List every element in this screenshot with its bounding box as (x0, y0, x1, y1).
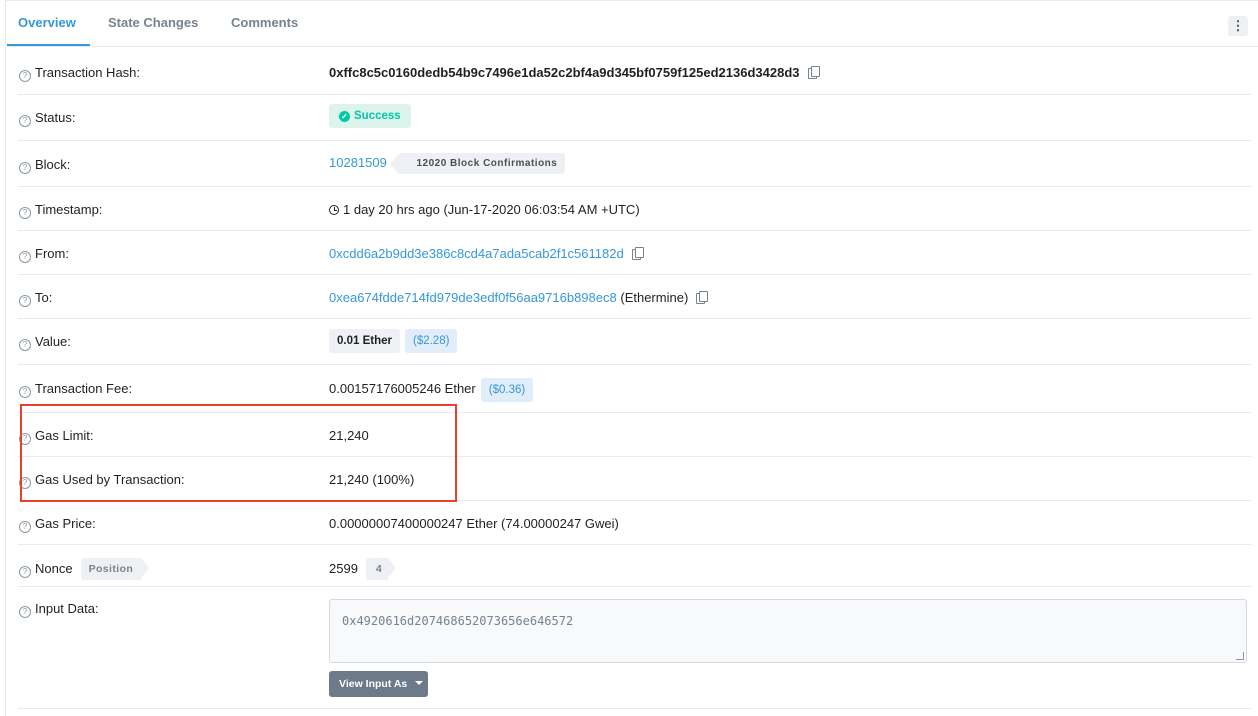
row-to: ? To: 0xea674fdde714fd979de3edf0f56aa9716… (18, 275, 1252, 319)
transaction-hash-value: 0xffc8c5c0160dedb54b9c7496e1da52c2bf4a9d… (329, 65, 820, 80)
help-icon[interactable]: ? (19, 521, 31, 533)
position-tag: Position (80, 558, 149, 580)
gas-highlight-box (20, 404, 457, 502)
label-gas-price: ? Gas Price: (19, 516, 96, 533)
check-circle-icon: ✓ (339, 111, 350, 122)
help-icon[interactable]: ? (19, 339, 31, 351)
ether-value-badge: 0.01 Ether (329, 329, 400, 353)
status-badge: ✓ Success (329, 104, 411, 128)
tab-overview[interactable]: Overview (18, 15, 76, 30)
row-gas-price: ? Gas Price: 0.00000007400000247 Ether (7… (18, 501, 1252, 545)
to-address-name: (Ethermine) (620, 290, 689, 305)
label-value: ? Value: (19, 334, 71, 351)
transaction-details-card: Overview State Changes Comments ⋮ ? Trans… (5, 0, 1258, 716)
copy-icon[interactable] (807, 66, 820, 79)
row-status: ? Status: ✓ Success (18, 95, 1252, 141)
help-icon[interactable]: ? (19, 251, 31, 263)
label-timestamp: ? Timestamp: (19, 202, 102, 219)
help-icon[interactable]: ? (19, 566, 31, 578)
tab-state-changes[interactable]: State Changes (108, 15, 198, 30)
help-icon[interactable]: ? (19, 606, 31, 618)
fee-value-group: 0.00157176005246 Ether ($0.36) (329, 376, 534, 402)
tab-comments[interactable]: Comments (231, 15, 298, 30)
gas-price-value: 0.00000007400000247 Ether (74.00000247 G… (329, 516, 619, 531)
copy-icon[interactable] (696, 291, 709, 304)
fee-value: 0.00157176005246 Ether (329, 381, 476, 396)
row-input-data: ? Input Data: 0x4920616d207468652073656e6… (18, 587, 1252, 709)
row-block: ? Block: 10281509 12020 Block Confirmatio… (18, 141, 1252, 187)
more-options-icon[interactable]: ⋮ (1228, 16, 1248, 36)
from-value: 0xcdd6a2b9dd3e386c8cd4a7ada5cab2f1c56118… (329, 246, 644, 261)
input-data-textarea[interactable]: 0x4920616d207468652073656e646572 (329, 599, 1247, 663)
to-address-link[interactable]: 0xea674fdde714fd979de3edf0f56aa9716b898e… (329, 290, 617, 305)
chevron-down-icon (415, 681, 424, 685)
help-icon[interactable]: ? (19, 386, 31, 398)
label-from: ? From: (19, 246, 69, 263)
tab-bar: Overview State Changes Comments ⋮ (6, 1, 1258, 47)
label-transaction-hash: ? Transaction Hash: (19, 65, 140, 82)
row-from: ? From: 0xcdd6a2b9dd3e386c8cd4a7ada5cab2f… (18, 231, 1252, 275)
label-transaction-fee: ? Transaction Fee: (19, 381, 132, 398)
row-nonce: ? Nonce Position 2599 4 (18, 545, 1252, 587)
label-status: ? Status: (19, 110, 75, 127)
block-value-group: 10281509 12020 Block Confirmations (329, 153, 566, 175)
to-value: 0xea674fdde714fd979de3edf0f56aa9716b898e… (329, 290, 709, 305)
row-value: ? Value: 0.01 Ether ($2.28) (18, 319, 1252, 365)
nonce-value: 2599 (329, 561, 358, 576)
label-to: ? To: (19, 290, 52, 307)
help-icon[interactable]: ? (19, 70, 31, 82)
timestamp-value: 1 day 20 hrs ago (Jun-17-2020 06:03:54 A… (329, 202, 640, 217)
help-icon[interactable]: ? (19, 207, 31, 219)
clock-icon (329, 205, 339, 215)
nonce-value-group: 2599 4 (329, 558, 396, 580)
position-value-tag: 4 (365, 558, 396, 580)
copy-icon[interactable] (631, 247, 644, 260)
view-input-as-button[interactable]: View Input As (329, 671, 428, 697)
fee-usd-badge: ($0.36) (480, 378, 534, 402)
block-number-link[interactable]: 10281509 (329, 155, 387, 170)
resize-handle-icon[interactable] (1236, 652, 1244, 660)
help-icon[interactable]: ? (19, 162, 31, 174)
row-transaction-hash: ? Transaction Hash: 0xffc8c5c0160dedb54b9… (18, 47, 1252, 95)
active-tab-indicator (7, 44, 90, 46)
usd-value-badge: ($2.28) (404, 329, 458, 353)
label-input-data: ? Input Data: (19, 601, 99, 618)
row-timestamp: ? Timestamp: 1 day 20 hrs ago (Jun-17-202… (18, 187, 1252, 231)
value-group: 0.01 Ether ($2.28) (329, 329, 458, 353)
help-icon[interactable]: ? (19, 295, 31, 307)
block-confirmations-badge: 12020 Block Confirmations (390, 153, 566, 175)
from-address-link[interactable]: 0xcdd6a2b9dd3e386c8cd4a7ada5cab2f1c56118… (329, 246, 624, 261)
label-nonce: ? Nonce Position (19, 558, 149, 580)
label-block: ? Block: (19, 157, 70, 174)
help-icon[interactable]: ? (19, 115, 31, 127)
